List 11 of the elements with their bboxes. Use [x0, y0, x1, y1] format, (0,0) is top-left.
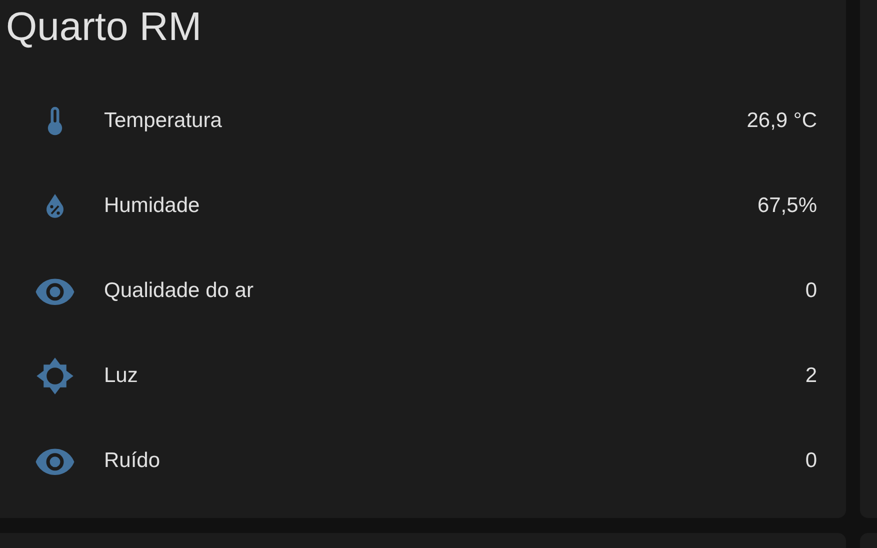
sensor-value: 26,9 °C: [746, 108, 817, 132]
sensor-value: 2: [805, 364, 817, 388]
sensor-name[interactable]: Temperatura: [94, 108, 747, 132]
sensor-name[interactable]: Qualidade do ar: [94, 278, 806, 302]
sensor-value: 0: [805, 448, 817, 472]
card-title: Quarto RM: [5, 4, 203, 51]
sensor-value: 0: [805, 278, 817, 302]
sensor-name[interactable]: Ruído: [94, 448, 806, 472]
sensor-value: 67,5%: [757, 194, 817, 218]
sensor-name[interactable]: Luz: [94, 364, 806, 388]
sensor-name[interactable]: Humidade: [94, 194, 758, 218]
